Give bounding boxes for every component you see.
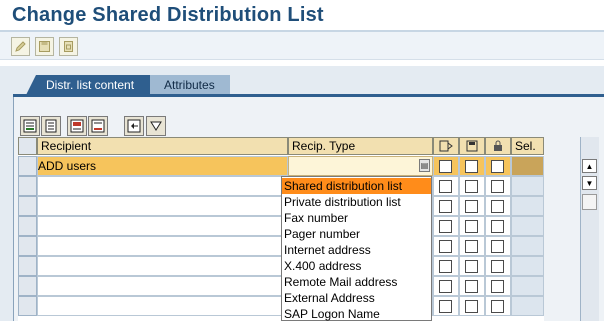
sel-cell[interactable]: [511, 296, 544, 316]
delete-row-button[interactable]: [88, 116, 108, 136]
select-all-button[interactable]: [124, 116, 144, 136]
lock-checkbox[interactable]: [491, 240, 504, 253]
recipient-cell[interactable]: [37, 216, 288, 236]
copy-checkbox[interactable]: [465, 160, 478, 173]
dropdown-option[interactable]: Private distribution list: [282, 194, 431, 210]
column-header-lock[interactable]: [485, 137, 511, 155]
recipient-cell[interactable]: [37, 296, 288, 316]
recipient-cell[interactable]: [37, 256, 288, 276]
copy-checkbox[interactable]: [465, 180, 478, 193]
sel-cell[interactable]: [511, 196, 544, 216]
tab-distr-list-content[interactable]: Distr. list content: [26, 75, 150, 95]
save-button[interactable]: [35, 37, 54, 56]
page-title: Change Shared Distribution List: [12, 4, 324, 26]
column-header-sel[interactable]: Sel.: [511, 137, 544, 155]
disk-icon: [39, 41, 50, 52]
details-button[interactable]: [41, 116, 61, 136]
copy-checkbox[interactable]: [465, 200, 478, 213]
sel-cell[interactable]: [511, 236, 544, 256]
copy-checkbox[interactable]: [465, 240, 478, 253]
copy-icon: [466, 140, 478, 152]
dropdown-icon[interactable]: ▤: [419, 159, 430, 172]
recipient-cell[interactable]: [37, 176, 288, 196]
row-selector[interactable]: [18, 276, 37, 296]
tab-attributes[interactable]: Attributes: [150, 75, 230, 95]
delete-row-icon: [91, 119, 105, 133]
express-checkbox[interactable]: [439, 220, 452, 233]
row-selector[interactable]: [18, 236, 37, 256]
scroll-thumb[interactable]: [582, 194, 597, 210]
express-checkbox[interactable]: [439, 180, 452, 193]
dropdown-option[interactable]: SAP Logon Name: [282, 306, 431, 321]
express-checkbox[interactable]: [439, 160, 452, 173]
row-selector[interactable]: [18, 156, 37, 176]
dropdown-option[interactable]: Shared distribution list: [282, 178, 431, 194]
dropdown-option[interactable]: Fax number: [282, 210, 431, 226]
pencil-glasses-icon: [15, 41, 26, 52]
sel-cell[interactable]: [511, 176, 544, 196]
application-toolbar: [0, 32, 604, 60]
recipient-cell[interactable]: [37, 236, 288, 256]
sel-cell[interactable]: [511, 256, 544, 276]
print-icon: [70, 119, 84, 133]
dropdown-option[interactable]: Remote Mail address: [282, 274, 431, 290]
print-button[interactable]: [67, 116, 87, 136]
row-selector[interactable]: [18, 196, 37, 216]
express-checkbox[interactable]: [439, 300, 452, 313]
display-change-button[interactable]: [11, 37, 30, 56]
express-checkbox[interactable]: [439, 260, 452, 273]
row-selector[interactable]: [18, 256, 37, 276]
dropdown-option[interactable]: Pager number: [282, 226, 431, 242]
lock-checkbox[interactable]: [491, 280, 504, 293]
express-checkbox[interactable]: [439, 280, 452, 293]
copy-checkbox[interactable]: [465, 280, 478, 293]
recip-type-cell[interactable]: [288, 156, 433, 176]
lock-checkbox[interactable]: [491, 260, 504, 273]
lock-checkbox[interactable]: [491, 200, 504, 213]
lock-checkbox[interactable]: [491, 220, 504, 233]
row-selector[interactable]: [18, 296, 37, 316]
insert-rows-icon: [23, 119, 37, 133]
column-header-copy[interactable]: [459, 137, 485, 155]
express-checkbox[interactable]: [439, 240, 452, 253]
filter-button[interactable]: [146, 116, 166, 136]
select-all-icon: [127, 119, 141, 133]
details-icon: [45, 119, 57, 133]
filter-icon: [150, 121, 162, 131]
lock-icon: [494, 140, 502, 151]
other-object-button[interactable]: [59, 37, 78, 56]
doc-icon: [64, 41, 73, 52]
row-selector[interactable]: [18, 176, 37, 196]
scroll-down-icon[interactable]: ▼: [582, 176, 597, 190]
recip-type-dropdown-list: Shared distribution list Private distrib…: [281, 176, 432, 321]
lock-checkbox[interactable]: [491, 160, 504, 173]
scroll-up-icon[interactable]: ▲: [582, 159, 597, 173]
copy-checkbox[interactable]: [465, 220, 478, 233]
express-checkbox[interactable]: [439, 200, 452, 213]
column-header-express[interactable]: [433, 137, 459, 155]
select-all-corner[interactable]: [18, 137, 37, 155]
sel-cell: [511, 156, 544, 176]
recipient-cell[interactable]: [37, 276, 288, 296]
express-icon: [439, 140, 453, 152]
row-selector[interactable]: [18, 216, 37, 236]
lock-checkbox[interactable]: [491, 300, 504, 313]
dropdown-option[interactable]: X.400 address: [282, 258, 431, 274]
copy-checkbox[interactable]: [465, 260, 478, 273]
column-header-recip-type[interactable]: Recip. Type: [288, 137, 433, 155]
dropdown-option[interactable]: External Address: [282, 290, 431, 306]
sel-cell[interactable]: [511, 276, 544, 296]
column-header-recipient[interactable]: Recipient: [37, 137, 288, 155]
insert-row-button[interactable]: [20, 116, 40, 136]
lock-checkbox[interactable]: [491, 180, 504, 193]
recipient-cell[interactable]: [37, 196, 288, 216]
sel-cell[interactable]: [511, 216, 544, 236]
dropdown-option[interactable]: Internet address: [282, 242, 431, 258]
recipient-value: ADD users: [38, 159, 97, 173]
copy-checkbox[interactable]: [465, 300, 478, 313]
